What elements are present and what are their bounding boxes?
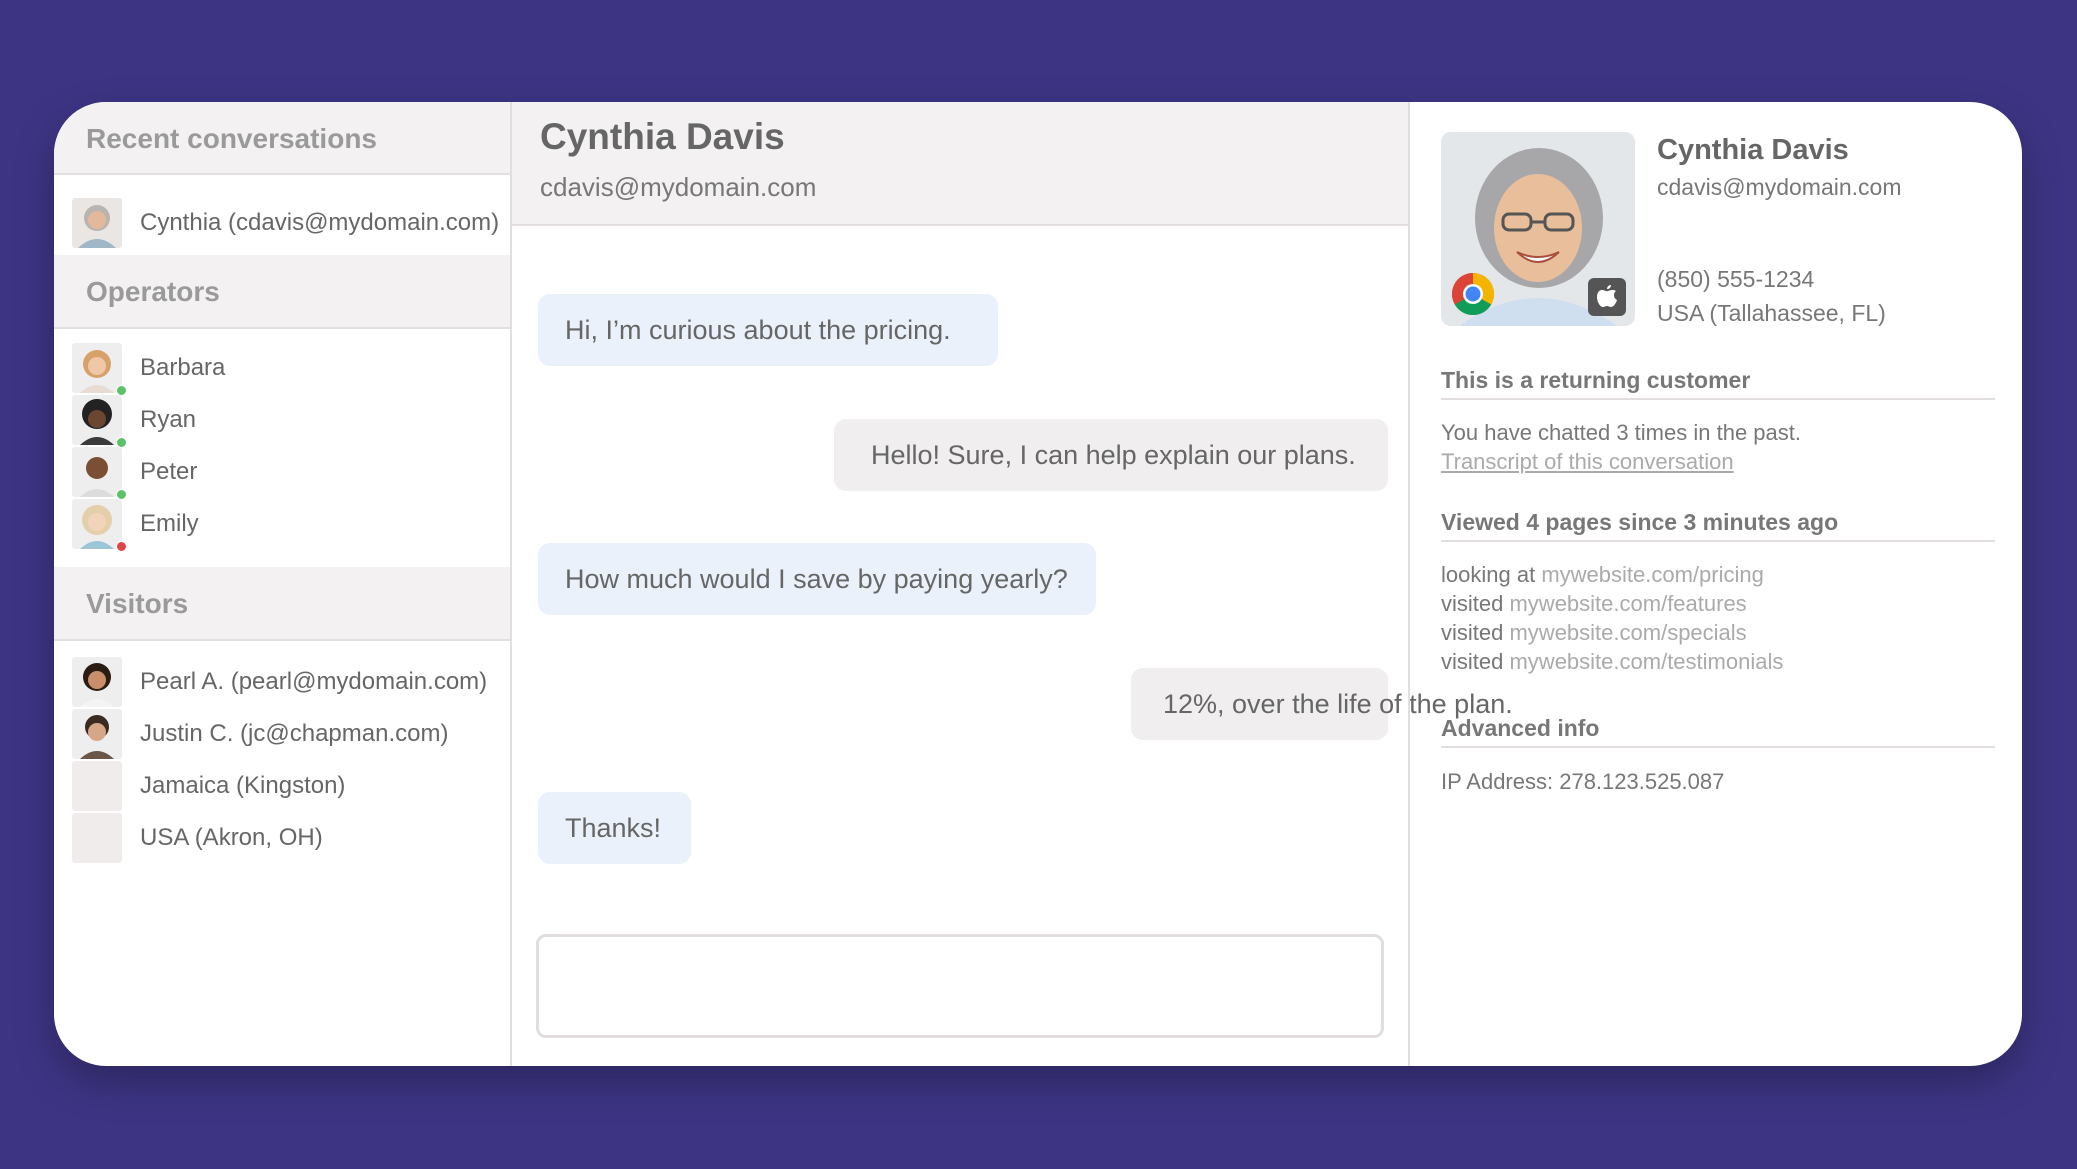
chat-panel: Cynthia Davis cdavis@mydomain.com Hi, I’… [512,102,1513,1066]
visitor-item[interactable]: USA (Akron, OH) [54,813,510,865]
conversations-sidebar: Recent conversations Cynthia (cdavis@myd… [54,102,512,1066]
apple-icon [1588,278,1626,316]
avatar [72,657,122,707]
chat-contact-email: cdavis@mydomain.com [540,172,817,202]
recent-conversation-label: Cynthia (cdavis@mydomain.com) [140,209,500,236]
visitor-label: Justin C. (jc@chapman.com) [140,720,449,747]
operator-name: Peter [140,458,198,485]
visitor-label: USA (Akron, OH) [140,824,323,851]
visitors-heading: Visitors [54,567,510,641]
page-url: mywebsite.com/testimonials [1509,649,1784,674]
avatar [72,709,122,759]
page-visit-verb: looking at [1441,562,1536,587]
operator-name: Barbara [140,354,226,381]
operator-message: Hello! Sure, I can help explain our plan… [834,419,1388,491]
chat-contact-name: Cynthia Davis [540,116,785,157]
visitor-photo [1441,132,1635,326]
offline-status-dot [116,541,127,552]
operator-item[interactable]: Emily [54,499,510,552]
avatar [72,499,122,549]
avatar [72,343,122,393]
operator-item[interactable]: Peter [54,447,510,500]
transcript-link[interactable]: Transcript of this conversation [1441,449,1734,475]
visitor-label: Jamaica (Kingston) [140,772,346,799]
visitor-item[interactable]: Justin C. (jc@chapman.com) [54,709,510,761]
recent-conversations-heading: Recent conversations [54,102,510,175]
advanced-info-heading: Advanced info [1441,715,1995,748]
page-visit-row: visited mywebsite.com/testimonials [1441,649,1783,675]
visitor-info-panel: Cynthia Davis cdavis@mydomain.com (850) … [1408,102,2022,1066]
page-visit-verb: visited [1441,591,1504,616]
operator-message: 12%, over the life of the plan. [1131,668,1513,740]
avatar-placeholder [72,813,122,863]
page-url: mywebsite.com/specials [1509,620,1747,645]
page-visit-row: looking at mywebsite.com/pricing [1441,562,1764,588]
page-visit-verb: visited [1441,649,1504,674]
message-input[interactable] [536,934,1384,1038]
visitor-message: How much would I save by paying yearly? [538,543,1096,615]
page-visit-verb: visited [1441,620,1504,645]
profile-location: USA (Tallahassee, FL) [1657,300,1886,326]
operator-item[interactable]: Ryan [54,395,510,448]
avatar-placeholder [72,761,122,811]
chrome-icon [1451,272,1495,316]
profile-name: Cynthia Davis [1657,134,1849,166]
operator-item[interactable]: Barbara [54,343,510,396]
profile-email: cdavis@mydomain.com [1657,174,1902,200]
ip-address: IP Address: 278.123.525.087 [1441,769,1725,794]
page-visit-row: visited mywebsite.com/specials [1441,620,1747,646]
avatar [72,447,122,497]
avatar [72,198,122,248]
chat-app-window: Recent conversations Cynthia (cdavis@myd… [54,102,2022,1066]
visitor-message: Hi, I’m curious about the pricing. [538,294,998,366]
operator-name: Emily [140,510,199,537]
profile-phone: (850) 555-1234 [1657,266,1815,292]
operator-name: Ryan [140,406,197,433]
returning-customer-heading: This is a returning customer [1441,367,1995,400]
pages-viewed-heading: Viewed 4 pages since 3 minutes ago [1441,509,1995,542]
page-url: mywebsite.com/pricing [1541,562,1764,587]
page-url: mywebsite.com/features [1509,591,1747,616]
chat-header: Cynthia Davis cdavis@mydomain.com [512,102,1408,226]
visitor-label: Pearl A. (pearl@mydomain.com) [140,668,488,695]
page-visit-row: visited mywebsite.com/features [1441,591,1747,617]
recent-conversation-item[interactable]: Cynthia (cdavis@mydomain.com) [54,198,510,250]
operators-heading: Operators [54,255,510,329]
visitor-item[interactable]: Jamaica (Kingston) [54,761,510,813]
chat-history-text: You have chatted 3 times in the past. [1441,420,1801,445]
visitor-item[interactable]: Pearl A. (pearl@mydomain.com) [54,657,510,709]
avatar [72,395,122,445]
visitor-message: Thanks! [538,792,691,864]
